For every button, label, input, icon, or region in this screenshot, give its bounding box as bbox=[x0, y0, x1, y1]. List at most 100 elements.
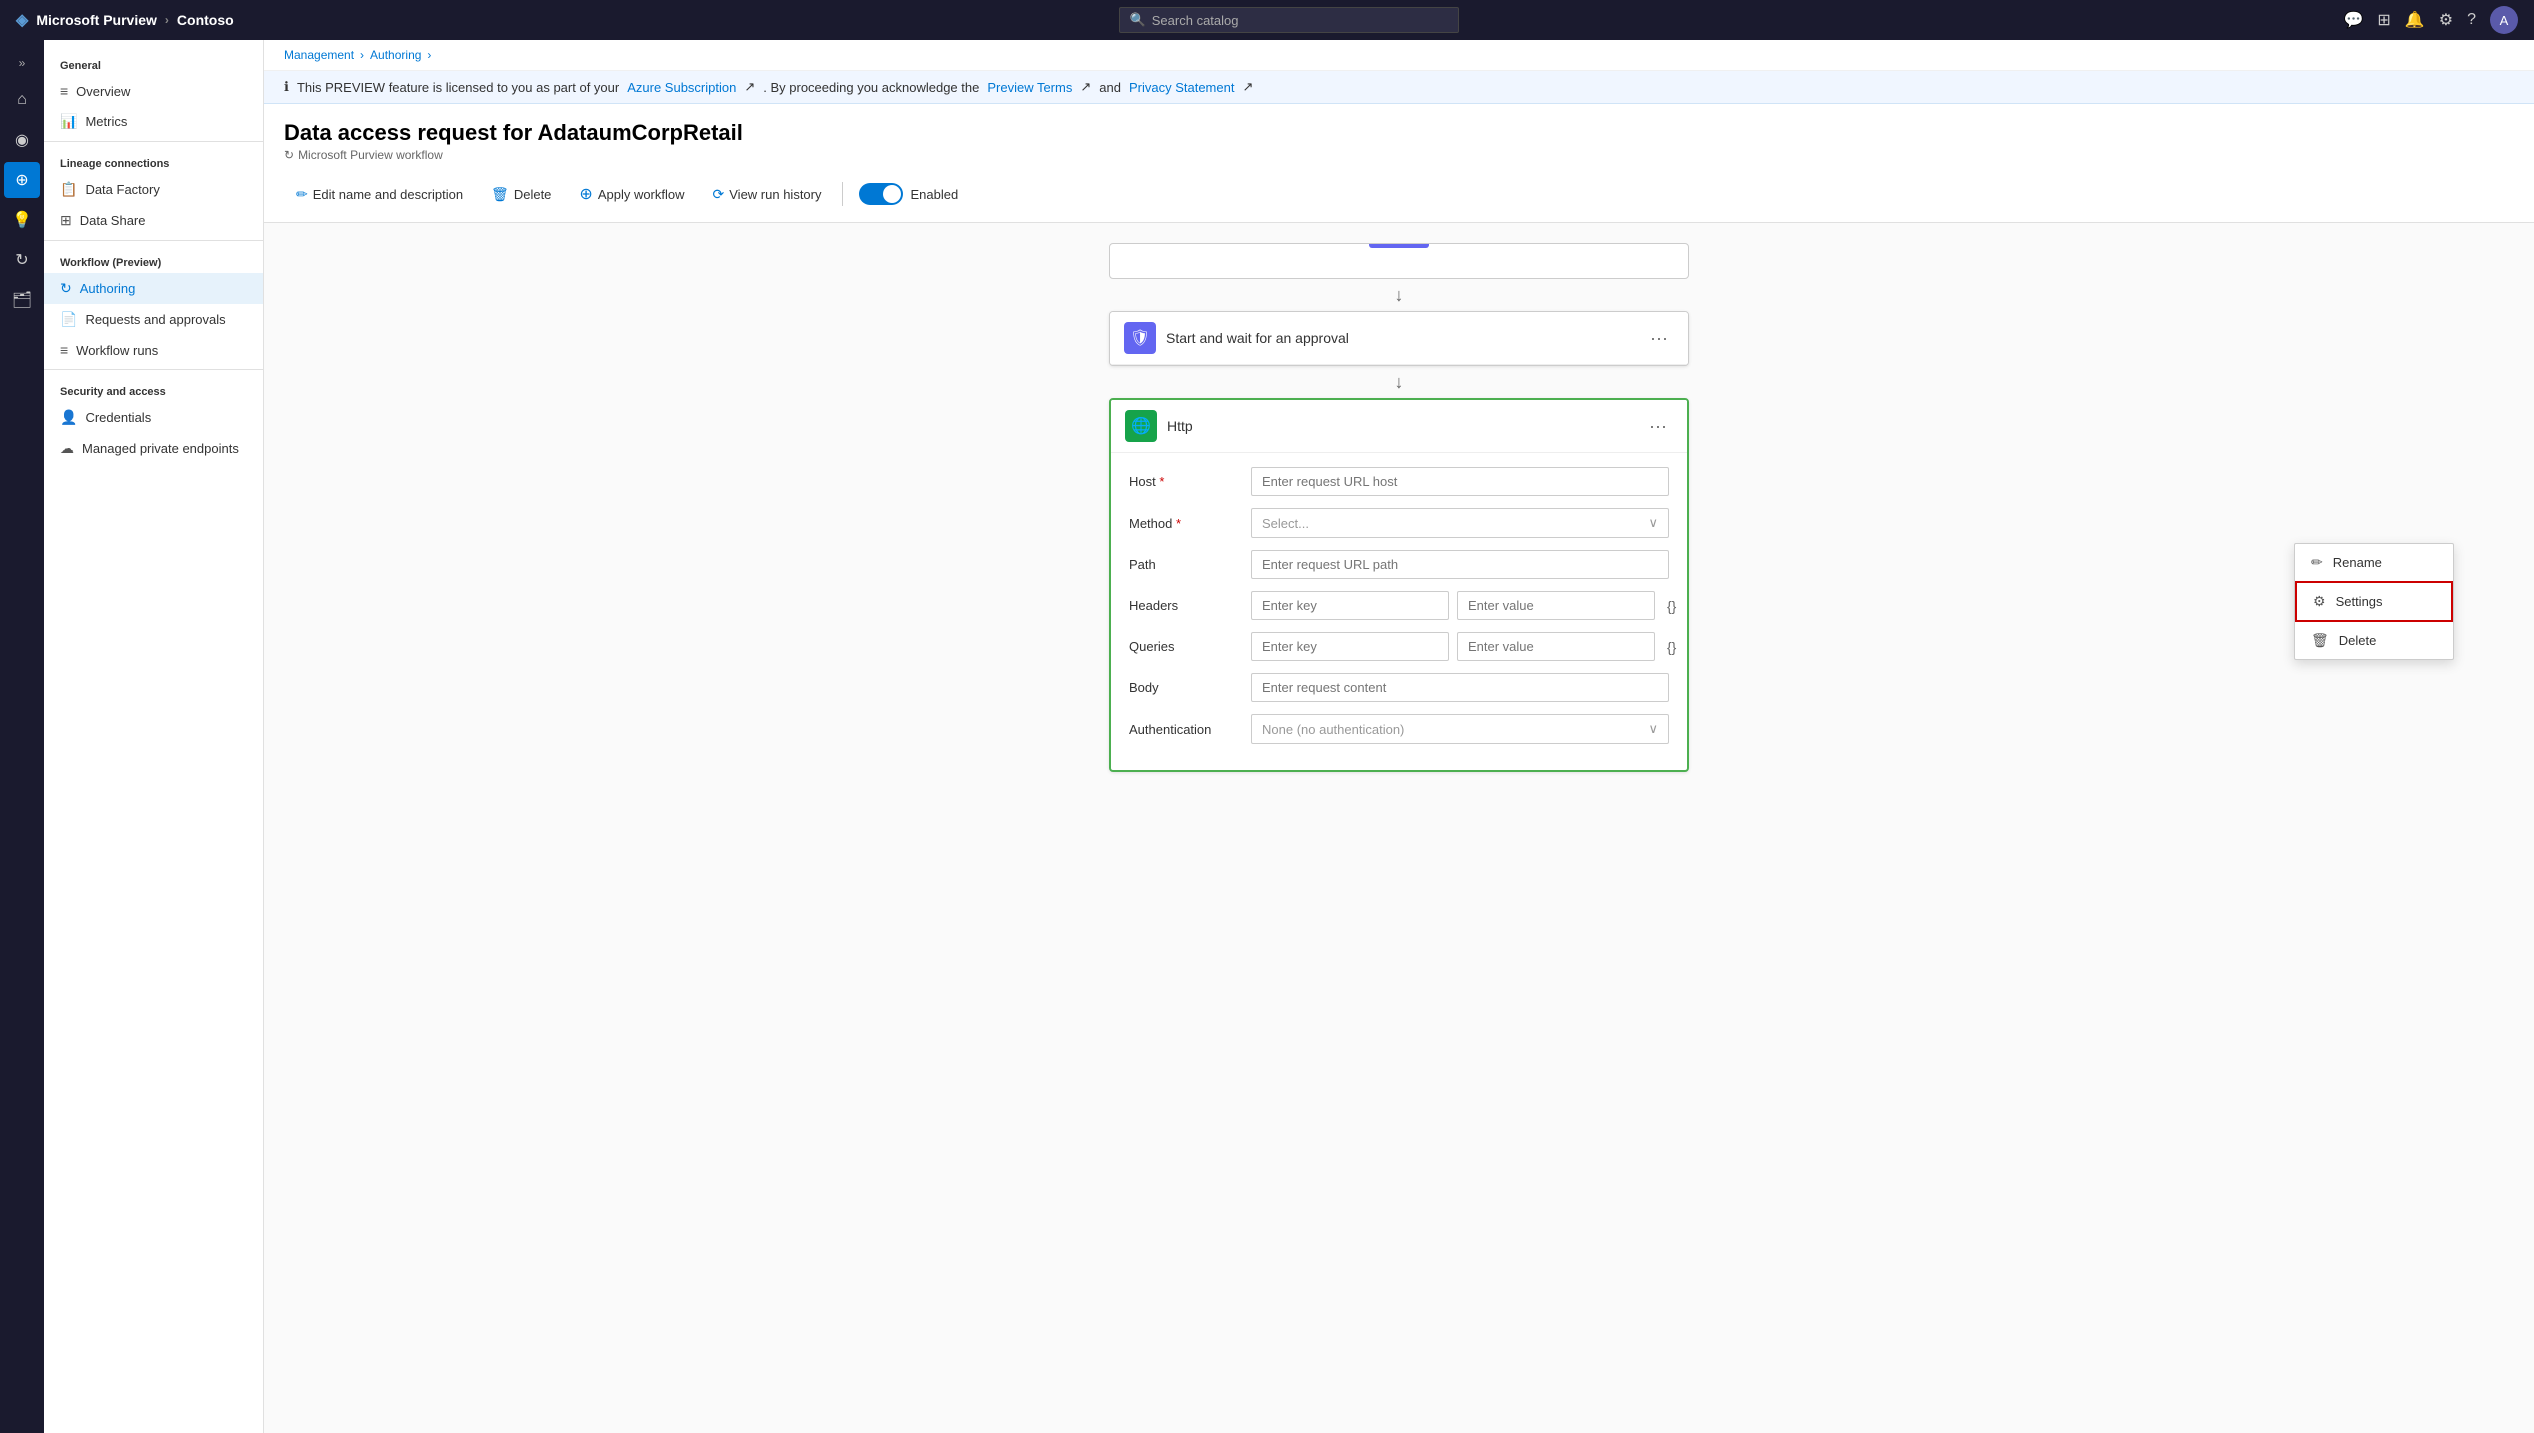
sidebar-item-authoring[interactable]: ↻ Authoring bbox=[44, 273, 263, 304]
general-section-label: General bbox=[44, 48, 263, 76]
method-select[interactable]: Select... ∨ bbox=[1251, 508, 1669, 538]
requests-label: Requests and approvals bbox=[85, 312, 225, 327]
method-chevron: ∨ bbox=[1648, 515, 1658, 531]
sidebar-item-private-endpoints[interactable]: ☁ Managed private endpoints bbox=[44, 433, 263, 464]
approval-block: 🛡 Start and wait for an approval ··· bbox=[1109, 311, 1689, 366]
apply-icon: ⊕ bbox=[579, 184, 592, 204]
notification-icon[interactable]: 🔔 bbox=[2405, 10, 2425, 30]
settings-menu-icon: ⚙ bbox=[2313, 593, 2326, 610]
settings-label: Settings bbox=[2336, 594, 2383, 609]
settings-icon[interactable]: ⚙ bbox=[2439, 10, 2453, 30]
context-menu-delete[interactable]: 🗑 Delete bbox=[2295, 622, 2453, 659]
sidebar-icon-briefcase[interactable]: 🗂 bbox=[4, 282, 40, 318]
method-label: Method * bbox=[1129, 516, 1239, 531]
private-endpoints-label: Managed private endpoints bbox=[82, 441, 239, 456]
breadcrumb-authoring[interactable]: Authoring bbox=[370, 48, 421, 62]
authoring-icon: ↻ bbox=[60, 280, 72, 297]
subtitle-icon: ↻ bbox=[284, 148, 294, 162]
field-row-body: Body bbox=[1129, 673, 1669, 702]
info-icon: ℹ bbox=[284, 79, 289, 95]
sidebar-icon-catalog[interactable]: ⊕ bbox=[4, 162, 40, 198]
sidebar-icon-insights[interactable]: 💡 bbox=[4, 202, 40, 238]
view-history-button[interactable]: ⟳ View run history bbox=[701, 180, 834, 209]
sidebar-item-data-share[interactable]: ⊞ Data Share bbox=[44, 205, 263, 236]
history-label: View run history bbox=[729, 187, 821, 202]
sidebar-item-requests[interactable]: 📄 Requests and approvals bbox=[44, 304, 263, 335]
grid-icon[interactable]: ⊞ bbox=[2377, 10, 2390, 30]
banner-text-and: and bbox=[1099, 80, 1121, 95]
headers-value-input[interactable] bbox=[1457, 591, 1655, 620]
message-icon[interactable]: 💬 bbox=[2343, 10, 2363, 30]
path-input[interactable] bbox=[1251, 550, 1669, 579]
context-menu-settings[interactable]: ⚙ Settings bbox=[2295, 581, 2453, 622]
field-row-path: Path bbox=[1129, 550, 1669, 579]
field-row-method: Method * Select... ∨ bbox=[1129, 508, 1669, 538]
approval-block-more[interactable]: ··· bbox=[1644, 326, 1674, 351]
sidebar-icon-workflow[interactable]: ↻ bbox=[4, 242, 40, 278]
privacy-statement-link[interactable]: Privacy Statement bbox=[1129, 80, 1235, 95]
queries-value-input[interactable] bbox=[1457, 632, 1655, 661]
connector-1: ↓ bbox=[1395, 279, 1404, 311]
divider-3 bbox=[44, 369, 263, 370]
sidebar-item-data-factory[interactable]: 📋 Data Factory bbox=[44, 174, 263, 205]
context-menu: ✏ Rename ⚙ Settings 🗑 Delete bbox=[2294, 543, 2454, 660]
apply-workflow-button[interactable]: ⊕ Apply workflow bbox=[567, 178, 696, 210]
avatar[interactable]: A bbox=[2490, 6, 2518, 34]
overview-label: Overview bbox=[76, 84, 130, 99]
search-bar[interactable]: 🔍 Search catalog bbox=[1119, 7, 1459, 33]
sidebar-item-credentials[interactable]: 👤 Credentials bbox=[44, 402, 263, 433]
edit-label: Edit name and description bbox=[313, 187, 463, 202]
data-factory-label: Data Factory bbox=[85, 182, 159, 197]
search-icon: 🔍 bbox=[1130, 12, 1146, 28]
metrics-icon: 📊 bbox=[60, 113, 77, 130]
search-placeholder: Search catalog bbox=[1152, 13, 1239, 28]
context-menu-rename[interactable]: ✏ Rename bbox=[2295, 544, 2453, 581]
edit-button[interactable]: ✏ Edit name and description bbox=[284, 180, 475, 209]
credentials-icon: 👤 bbox=[60, 409, 77, 426]
workflow-runs-label: Workflow runs bbox=[76, 343, 158, 358]
field-row-host: Host * bbox=[1129, 467, 1669, 496]
body-input[interactable] bbox=[1251, 673, 1669, 702]
delete-button[interactable]: 🗑 Delete bbox=[479, 180, 563, 209]
subtitle-text: Microsoft Purview workflow bbox=[298, 148, 443, 162]
help-icon[interactable]: ? bbox=[2467, 11, 2476, 29]
headers-braces[interactable]: {} bbox=[1667, 598, 1676, 614]
method-placeholder: Select... bbox=[1262, 516, 1309, 531]
history-icon: ⟳ bbox=[713, 186, 725, 203]
sidebar-item-workflow-runs[interactable]: ≡ Workflow runs bbox=[44, 335, 263, 365]
enabled-toggle[interactable] bbox=[859, 183, 903, 205]
delete-menu-icon: 🗑 bbox=[2311, 632, 2329, 649]
topbar-brand: ◈ Microsoft Purview › Contoso bbox=[16, 10, 234, 30]
delete-menu-label: Delete bbox=[2339, 633, 2377, 648]
breadcrumb-management[interactable]: Management bbox=[284, 48, 354, 62]
rename-label: Rename bbox=[2333, 555, 2382, 570]
host-input[interactable] bbox=[1251, 467, 1669, 496]
sidebar-nav: General ≡ Overview 📊 Metrics Lineage con… bbox=[44, 40, 264, 1433]
data-share-icon: ⊞ bbox=[60, 212, 72, 229]
azure-subscription-link[interactable]: Azure Subscription bbox=[627, 80, 736, 95]
sidebar-item-metrics[interactable]: 📊 Metrics bbox=[44, 106, 263, 137]
brand-name: Microsoft Purview bbox=[36, 12, 157, 28]
delete-label: Delete bbox=[514, 187, 552, 202]
http-block-more[interactable]: ··· bbox=[1643, 414, 1673, 439]
approval-block-header: 🛡 Start and wait for an approval ··· bbox=[1110, 312, 1688, 365]
auth-placeholder: None (no authentication) bbox=[1262, 722, 1404, 737]
sidebar-icon-home[interactable]: ⌂ bbox=[4, 82, 40, 118]
authoring-label: Authoring bbox=[80, 281, 136, 296]
queries-label: Queries bbox=[1129, 639, 1239, 654]
breadcrumb: Management › Authoring › bbox=[264, 40, 2534, 71]
divider-1 bbox=[44, 141, 263, 142]
headers-key-input[interactable] bbox=[1251, 591, 1449, 620]
expand-sidebar-button[interactable]: » bbox=[11, 48, 34, 78]
workflow-section-label: Workflow (Preview) bbox=[44, 245, 263, 273]
queries-key-input[interactable] bbox=[1251, 632, 1449, 661]
queries-braces[interactable]: {} bbox=[1667, 639, 1676, 655]
connector-2: ↓ bbox=[1395, 366, 1404, 398]
preview-terms-link[interactable]: Preview Terms bbox=[987, 80, 1072, 95]
sidebar-item-overview[interactable]: ≡ Overview bbox=[44, 76, 263, 106]
breadcrumb-sep2: › bbox=[427, 48, 431, 62]
banner-text-before: This PREVIEW feature is licensed to you … bbox=[297, 80, 619, 95]
sidebar-icon-scan[interactable]: ◉ bbox=[4, 122, 40, 158]
queries-pair bbox=[1251, 632, 1655, 661]
auth-select[interactable]: None (no authentication) ∨ bbox=[1251, 714, 1669, 744]
